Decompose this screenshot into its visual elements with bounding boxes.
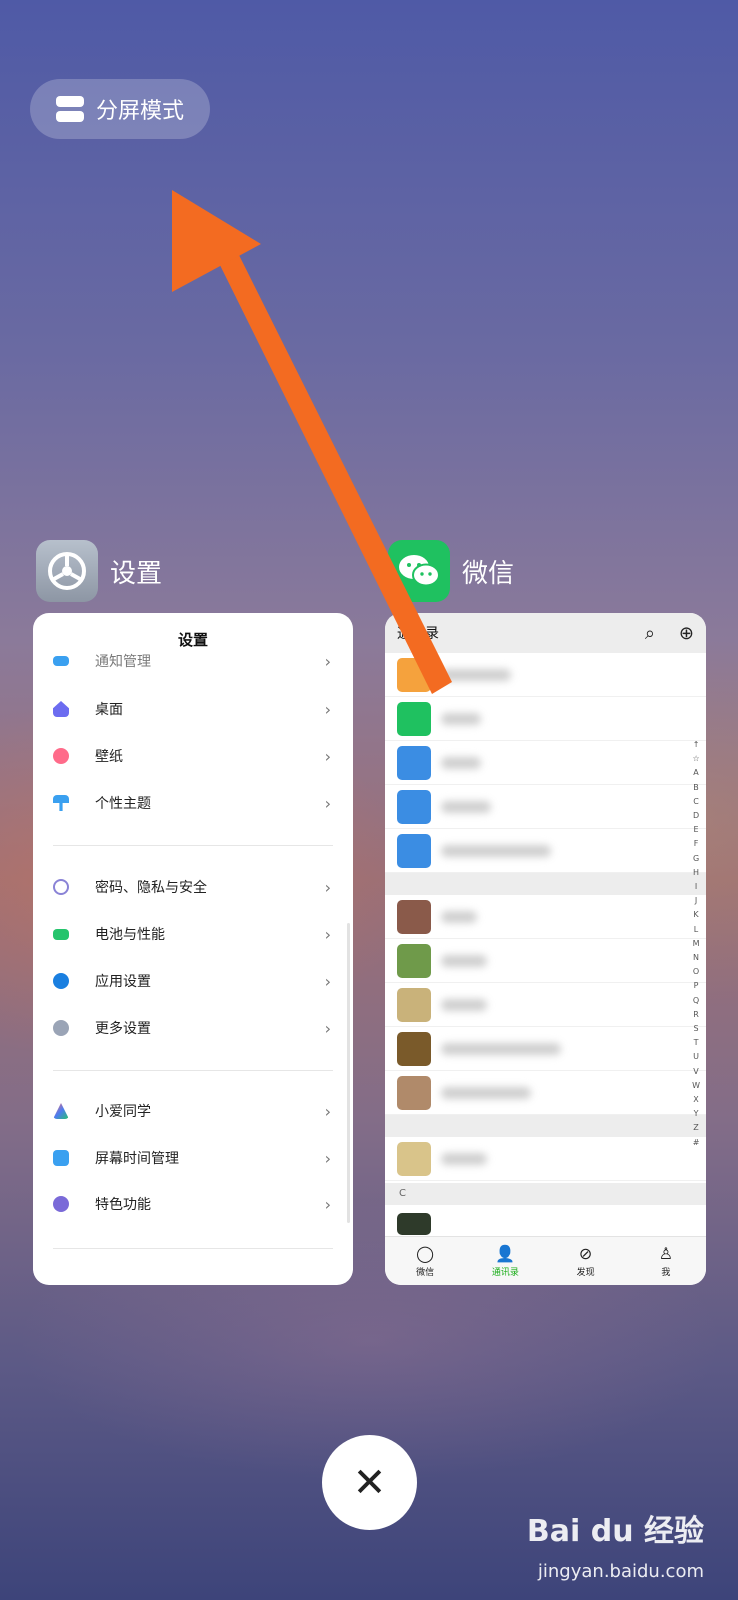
annotation-arrow bbox=[172, 190, 452, 694]
watermark-brand: Bai du 经验 bbox=[526, 1514, 704, 1549]
close-icon: ✕ bbox=[352, 1459, 387, 1506]
close-all-button[interactable]: ✕ bbox=[322, 1435, 417, 1530]
watermark-url: jingyan.baidu.com bbox=[537, 1561, 704, 1582]
